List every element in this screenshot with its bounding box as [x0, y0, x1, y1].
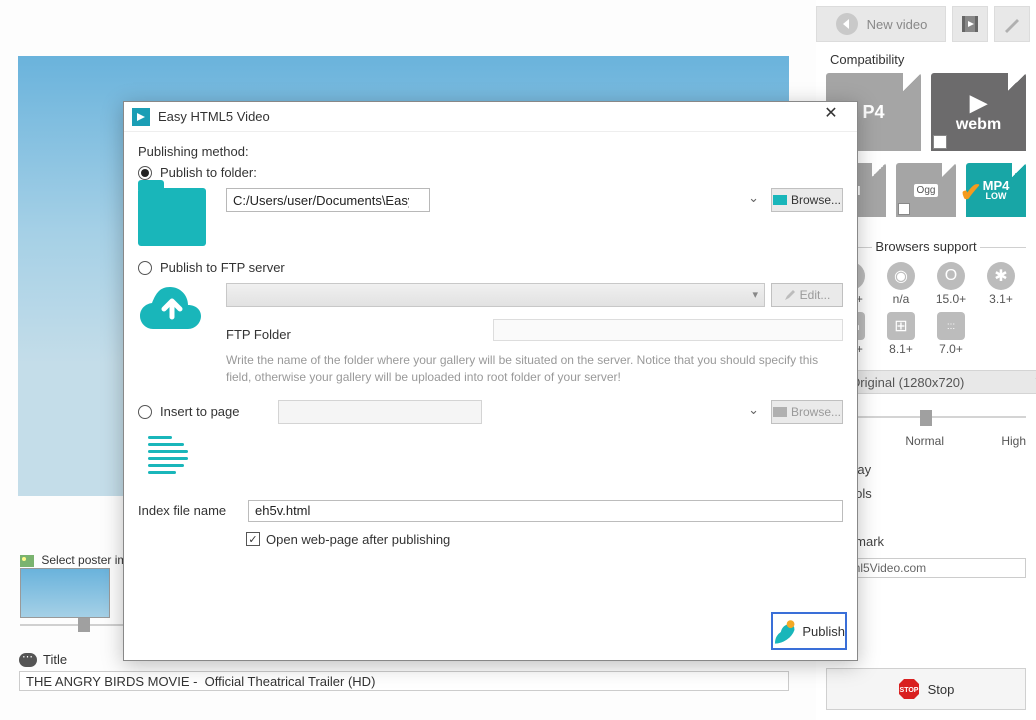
radio-icon — [138, 405, 152, 419]
svg-text:STOP: STOP — [899, 687, 918, 694]
insert-page-combo[interactable] — [278, 400, 482, 424]
edit-ftp-button[interactable]: Edit... — [771, 283, 843, 307]
title-input[interactable] — [19, 671, 789, 691]
radio-icon — [138, 261, 152, 275]
radio-icon — [138, 166, 152, 180]
wand-icon — [1002, 14, 1022, 34]
check-icon: ✔ — [960, 177, 982, 208]
ftp-folder-input[interactable] — [493, 319, 843, 341]
folder-mini-icon — [773, 407, 787, 417]
insert-page-radio[interactable]: Insert to page Browse... — [138, 400, 843, 424]
options-list: oplay ntrols p termark — [840, 458, 1026, 554]
publish-button[interactable]: Publish — [771, 612, 847, 650]
film-icon — [960, 14, 980, 34]
blackberry-icon: ::: — [937, 312, 965, 340]
safari-icon: ✱ — [987, 262, 1015, 290]
browse-folder-button[interactable]: Browse... — [771, 188, 843, 212]
speech-icon — [19, 653, 37, 667]
format-mp4low[interactable]: ✔ MP4LOW — [966, 163, 1026, 217]
firefox-icon: ◉ — [887, 262, 915, 290]
film-icon-button[interactable] — [952, 6, 988, 42]
back-arrow-icon — [835, 12, 859, 36]
format-webm-checkbox[interactable] — [933, 135, 947, 149]
new-video-button[interactable]: New video — [816, 6, 946, 42]
select-poster-label: Select poster im — [20, 553, 127, 567]
stop-button[interactable]: STOP Stop — [826, 668, 1026, 710]
watermark-input[interactable] — [840, 558, 1026, 578]
publish-ftp-radio[interactable]: Publish to FTP server — [138, 260, 843, 275]
folder-mini-icon — [773, 195, 787, 205]
format-webm[interactable]: ▶webm — [931, 73, 1026, 151]
folder-icon — [138, 188, 206, 246]
poster-thumbnail[interactable] — [20, 568, 110, 618]
dialog-title: Easy HTML5 Video — [158, 109, 813, 124]
cloud-upload-icon — [138, 283, 206, 341]
ftp-server-combo[interactable] — [226, 283, 765, 307]
index-file-input[interactable] — [248, 500, 843, 522]
format-ogg[interactable]: Ogg — [896, 163, 956, 217]
pencil-icon — [784, 289, 796, 301]
ftp-folder-label: FTP Folder — [226, 327, 291, 342]
index-file-label: Index file name — [138, 503, 232, 518]
checkbox-icon: ✓ — [246, 532, 260, 546]
publishing-method-label: Publishing method: — [138, 144, 843, 159]
app-icon — [132, 108, 150, 126]
compatibility-label: Compatibility — [830, 52, 1036, 67]
windows-icon: ⊞ — [887, 312, 915, 340]
open-after-checkbox[interactable]: ✓ Open web-page after publishing — [246, 532, 843, 547]
slider-thumb[interactable] — [78, 618, 90, 632]
publish-dialog: Easy HTML5 Video ✕ Publishing method: Pu… — [123, 101, 858, 661]
folder-path-combo[interactable] — [226, 188, 430, 212]
publish-folder-radio[interactable]: Publish to folder: — [138, 165, 843, 180]
wand-icon-button[interactable] — [994, 6, 1030, 42]
dialog-titlebar: Easy HTML5 Video ✕ — [124, 102, 857, 132]
page-lines-icon — [138, 432, 188, 478]
publish-icon — [773, 616, 798, 646]
ftp-help-text: Write the name of the folder where your … — [226, 352, 843, 386]
format-ogg-checkbox[interactable] — [898, 203, 910, 215]
browse-page-button[interactable]: Browse... — [771, 400, 843, 424]
opera-icon: O — [937, 262, 965, 290]
stop-icon: STOP — [898, 678, 920, 700]
close-button[interactable]: ✕ — [813, 103, 849, 131]
resolution-select[interactable] — [843, 370, 1036, 394]
main-window: Select poster im Title New video Compati… — [0, 0, 1036, 720]
